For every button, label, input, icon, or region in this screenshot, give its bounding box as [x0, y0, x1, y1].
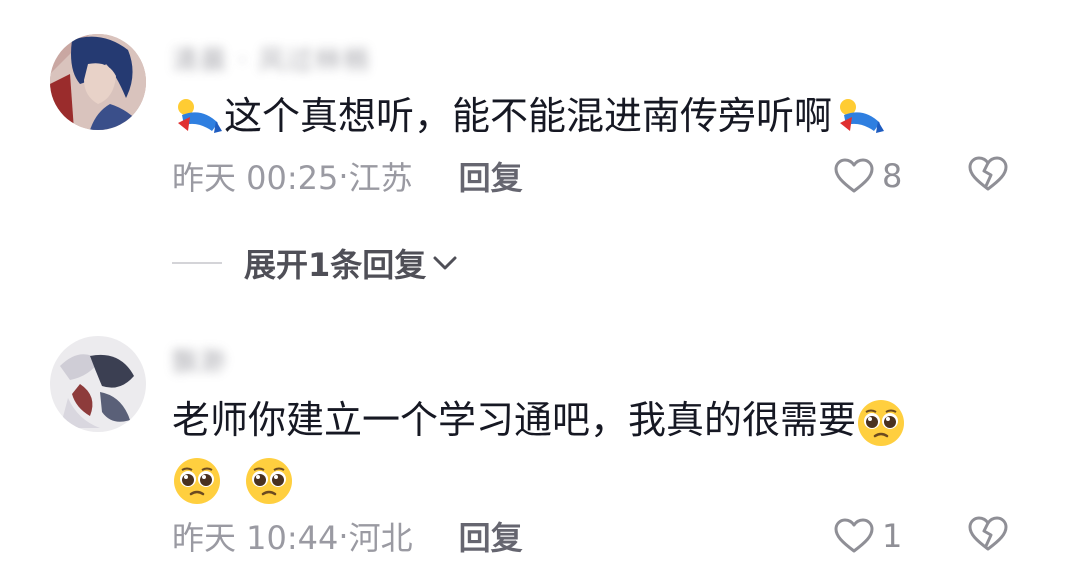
comment-text-content: 老师你建立一个学习通吧，我真的很需要 — [172, 398, 857, 442]
comment-text: 老师你建立一个学习通吧，我真的很需要 — [172, 392, 906, 448]
dislike-button[interactable] — [968, 516, 1008, 552]
heart-icon — [834, 518, 874, 553]
lying-figure-emoji — [832, 97, 888, 141]
username[interactable]: 飘渺 — [172, 340, 228, 380]
username[interactable]: 清晨 · 风过林梢 — [172, 38, 371, 78]
chevron-down-icon — [433, 256, 457, 270]
heart-icon — [834, 158, 874, 193]
like-button[interactable]: 1 — [834, 514, 902, 558]
meta-separator: · — [338, 517, 349, 555]
lying-figure-emoji — [172, 97, 224, 141]
comment-meta: 昨天 10:44 · 河北 回复 — [172, 514, 523, 558]
comment-text-content: 这个真想听，能不能混进南传旁听啊 — [224, 94, 833, 138]
comment-time: 昨天 10:44 — [172, 519, 339, 557]
like-count: 1 — [882, 517, 903, 555]
dislike-button[interactable] — [968, 156, 1008, 192]
expand-replies-button[interactable]: 展开1条回复 — [172, 240, 458, 286]
broken-heart-icon — [968, 516, 1008, 551]
comment-item: 清晨 · 风过林梢 这个真想听，能不能混进南传旁听啊 昨天 00:25 · 江苏… — [0, 0, 1080, 230]
broken-heart-icon — [968, 156, 1008, 191]
comment-location: 河北 — [348, 519, 413, 557]
like-count: 8 — [882, 157, 903, 195]
pleading-face-emoji — [244, 456, 294, 506]
reply-button[interactable]: 回复 — [459, 513, 523, 559]
divider — [172, 262, 222, 264]
comment-text: 这个真想听，能不能混进南传旁听啊 — [172, 88, 888, 144]
meta-separator: · — [338, 157, 349, 195]
like-button[interactable]: 8 — [834, 154, 902, 198]
comment-time: 昨天 00:25 — [172, 159, 339, 197]
comment-meta: 昨天 00:25 · 江苏 回复 — [172, 154, 523, 198]
reply-button[interactable]: 回复 — [459, 153, 523, 199]
avatar[interactable] — [50, 34, 146, 130]
comment-item: 飘渺 老师你建立一个学习通吧，我真的很需要 昨天 10:44 · 河北 回复 1 — [0, 300, 1080, 566]
pleading-face-emoji — [856, 398, 906, 448]
pleading-face-emoji — [172, 456, 222, 506]
comment-text-line2 — [172, 450, 294, 506]
comment-location: 江苏 — [348, 159, 413, 197]
avatar[interactable] — [50, 336, 146, 432]
expand-replies-label: 展开1条回复 — [244, 246, 427, 284]
